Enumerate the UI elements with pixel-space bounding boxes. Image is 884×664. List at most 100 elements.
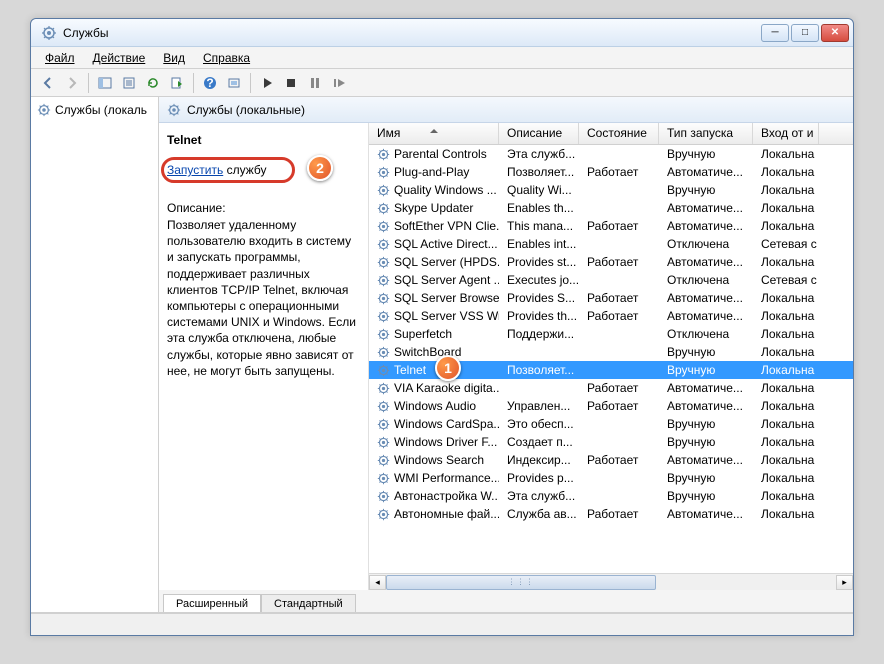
service-row[interactable]: Windows CardSpa...Это обесп...ВручнуюЛок… — [369, 415, 853, 433]
properties-button[interactable] — [118, 72, 140, 94]
service-desc-cell: Индексир... — [499, 453, 579, 467]
start-service-button[interactable] — [256, 72, 278, 94]
service-row[interactable]: Автонастройка W...Эта служб...ВручнуюЛок… — [369, 487, 853, 505]
service-row[interactable]: Windows SearchИндексир...РаботаетАвтомат… — [369, 451, 853, 469]
maximize-button[interactable]: □ — [791, 24, 819, 42]
service-startup-cell: Автоматиче... — [659, 309, 753, 323]
service-row[interactable]: Автономные фай...Служба ав...РаботаетАвт… — [369, 505, 853, 523]
service-row[interactable]: SQL Server (HPDS...Provides st...Работае… — [369, 253, 853, 271]
scroll-track[interactable]: ⋮⋮⋮ — [386, 575, 836, 590]
scroll-left-button[interactable]: ◂ — [369, 575, 386, 590]
service-logon-cell: Локальна — [753, 417, 819, 431]
service-row[interactable]: WMI Performance...Provides p...ВручнуюЛо… — [369, 469, 853, 487]
column-startup[interactable]: Тип запуска — [659, 123, 753, 144]
gear-icon — [377, 508, 390, 521]
service-startup-cell: Отключена — [659, 273, 753, 287]
column-logon[interactable]: Вход от и — [753, 123, 819, 144]
service-name-cell: Parental Controls — [394, 147, 487, 161]
service-name-cell: Автонастройка W... — [394, 489, 499, 503]
list-header: Имя Описание Состояние Тип запуска Вход … — [369, 123, 853, 145]
gear-icon — [377, 220, 390, 233]
service-row[interactable]: SwitchBoardВручнуюЛокальна — [369, 343, 853, 361]
service-logon-cell: Локальна — [753, 381, 819, 395]
service-row[interactable]: Parental ControlsЭта служб...ВручнуюЛока… — [369, 145, 853, 163]
service-row[interactable]: Windows Driver F...Создает п...ВручнуюЛо… — [369, 433, 853, 451]
pause-service-button[interactable] — [304, 72, 326, 94]
show-hide-tree-button[interactable] — [94, 72, 116, 94]
service-row[interactable]: Quality Windows ...Quality Wi...ВручнуюЛ… — [369, 181, 853, 199]
menu-file[interactable]: Файл — [37, 49, 83, 67]
service-row[interactable]: Windows AudioУправлен...РаботаетАвтомати… — [369, 397, 853, 415]
statusbar — [31, 613, 853, 635]
service-name-cell: Автономные фай... — [394, 507, 499, 521]
services-window: Службы ─ □ ✕ Файл Действие Вид Справка ? — [30, 18, 854, 636]
service-state-cell: Работает — [579, 219, 659, 233]
service-state-cell: Работает — [579, 309, 659, 323]
tabs-row: Расширенный Стандартный — [159, 590, 853, 612]
start-service-suffix: службу — [223, 163, 266, 177]
service-row[interactable]: SuperfetchПоддержи...ОтключенаЛокальна — [369, 325, 853, 343]
service-desc-cell: Provides p... — [499, 471, 579, 485]
start-service-link[interactable]: Запустить — [167, 163, 223, 177]
gear-icon — [377, 400, 390, 413]
menu-action[interactable]: Действие — [85, 49, 154, 67]
service-logon-cell: Локальна — [753, 147, 819, 161]
menu-help[interactable]: Справка — [195, 49, 258, 67]
restart-service-button[interactable] — [328, 72, 350, 94]
refresh-button[interactable] — [142, 72, 164, 94]
scroll-right-button[interactable]: ▸ — [836, 575, 853, 590]
back-button[interactable] — [37, 72, 59, 94]
service-row[interactable]: SQL Server BrowserProvides S...РаботаетА… — [369, 289, 853, 307]
service-name-cell: SwitchBoard — [394, 345, 461, 359]
window-title: Службы — [63, 26, 761, 40]
menu-view[interactable]: Вид — [155, 49, 193, 67]
help-button[interactable]: ? — [199, 72, 221, 94]
service-name-cell: Windows CardSpa... — [394, 417, 499, 431]
titlebar[interactable]: Службы ─ □ ✕ — [31, 19, 853, 47]
service-name-cell: Superfetch — [394, 327, 452, 341]
gear-icon — [377, 310, 390, 323]
column-state[interactable]: Состояние — [579, 123, 659, 144]
service-name-cell: VIA Karaoke digita... — [394, 381, 499, 395]
service-row[interactable]: Telnet1Позволяет...ВручнуюЛокальна — [369, 361, 853, 379]
service-row[interactable]: SQL Server VSS Wr...Provides th...Работа… — [369, 307, 853, 325]
horizontal-scrollbar[interactable]: ◂ ⋮⋮⋮ ▸ — [369, 573, 853, 590]
service-row[interactable]: Skype UpdaterEnables th...Автоматиче...Л… — [369, 199, 853, 217]
service-name-cell: SoftEther VPN Clie... — [394, 219, 499, 233]
service-row[interactable]: SQL Active Direct...Enables int...Отключ… — [369, 235, 853, 253]
tree-root-services[interactable]: Службы (локаль — [33, 101, 156, 119]
main-header: Службы (локальные) — [159, 97, 853, 123]
toolbar-extra-button[interactable] — [223, 72, 245, 94]
service-logon-cell: Локальна — [753, 291, 819, 305]
gear-icon — [377, 436, 390, 449]
service-desc-cell: Executes jo... — [499, 273, 579, 287]
service-row[interactable]: SoftEther VPN Clie...This mana...Работае… — [369, 217, 853, 235]
column-name[interactable]: Имя — [369, 123, 499, 144]
service-startup-cell: Автоматиче... — [659, 255, 753, 269]
minimize-button[interactable]: ─ — [761, 24, 789, 42]
stop-service-button[interactable] — [280, 72, 302, 94]
export-button[interactable] — [166, 72, 188, 94]
service-row[interactable]: VIA Karaoke digita...РаботаетАвтоматиче.… — [369, 379, 853, 397]
forward-button[interactable] — [61, 72, 83, 94]
close-button[interactable]: ✕ — [821, 24, 849, 42]
service-row[interactable]: SQL Server Agent ...Executes jo...Отключ… — [369, 271, 853, 289]
description-label: Описание: — [167, 201, 360, 215]
service-logon-cell: Локальна — [753, 489, 819, 503]
tab-standard[interactable]: Стандартный — [261, 594, 356, 612]
column-description[interactable]: Описание — [499, 123, 579, 144]
list-body[interactable]: Parental ControlsЭта служб...ВручнуюЛока… — [369, 145, 853, 573]
tab-extended[interactable]: Расширенный — [163, 594, 261, 612]
service-state-cell: Работает — [579, 165, 659, 179]
service-state-cell: Работает — [579, 291, 659, 305]
selected-service-name: Telnet — [167, 133, 360, 147]
service-logon-cell: Локальна — [753, 165, 819, 179]
menubar: Файл Действие Вид Справка — [31, 47, 853, 69]
scroll-thumb[interactable]: ⋮⋮⋮ — [386, 575, 656, 590]
service-row[interactable]: Plug-and-PlayПозволяет...РаботаетАвтомат… — [369, 163, 853, 181]
gear-icon — [377, 148, 390, 161]
gear-icon — [377, 274, 390, 287]
service-name-cell: WMI Performance... — [394, 471, 499, 485]
service-logon-cell: Локальна — [753, 255, 819, 269]
service-logon-cell: Локальна — [753, 183, 819, 197]
